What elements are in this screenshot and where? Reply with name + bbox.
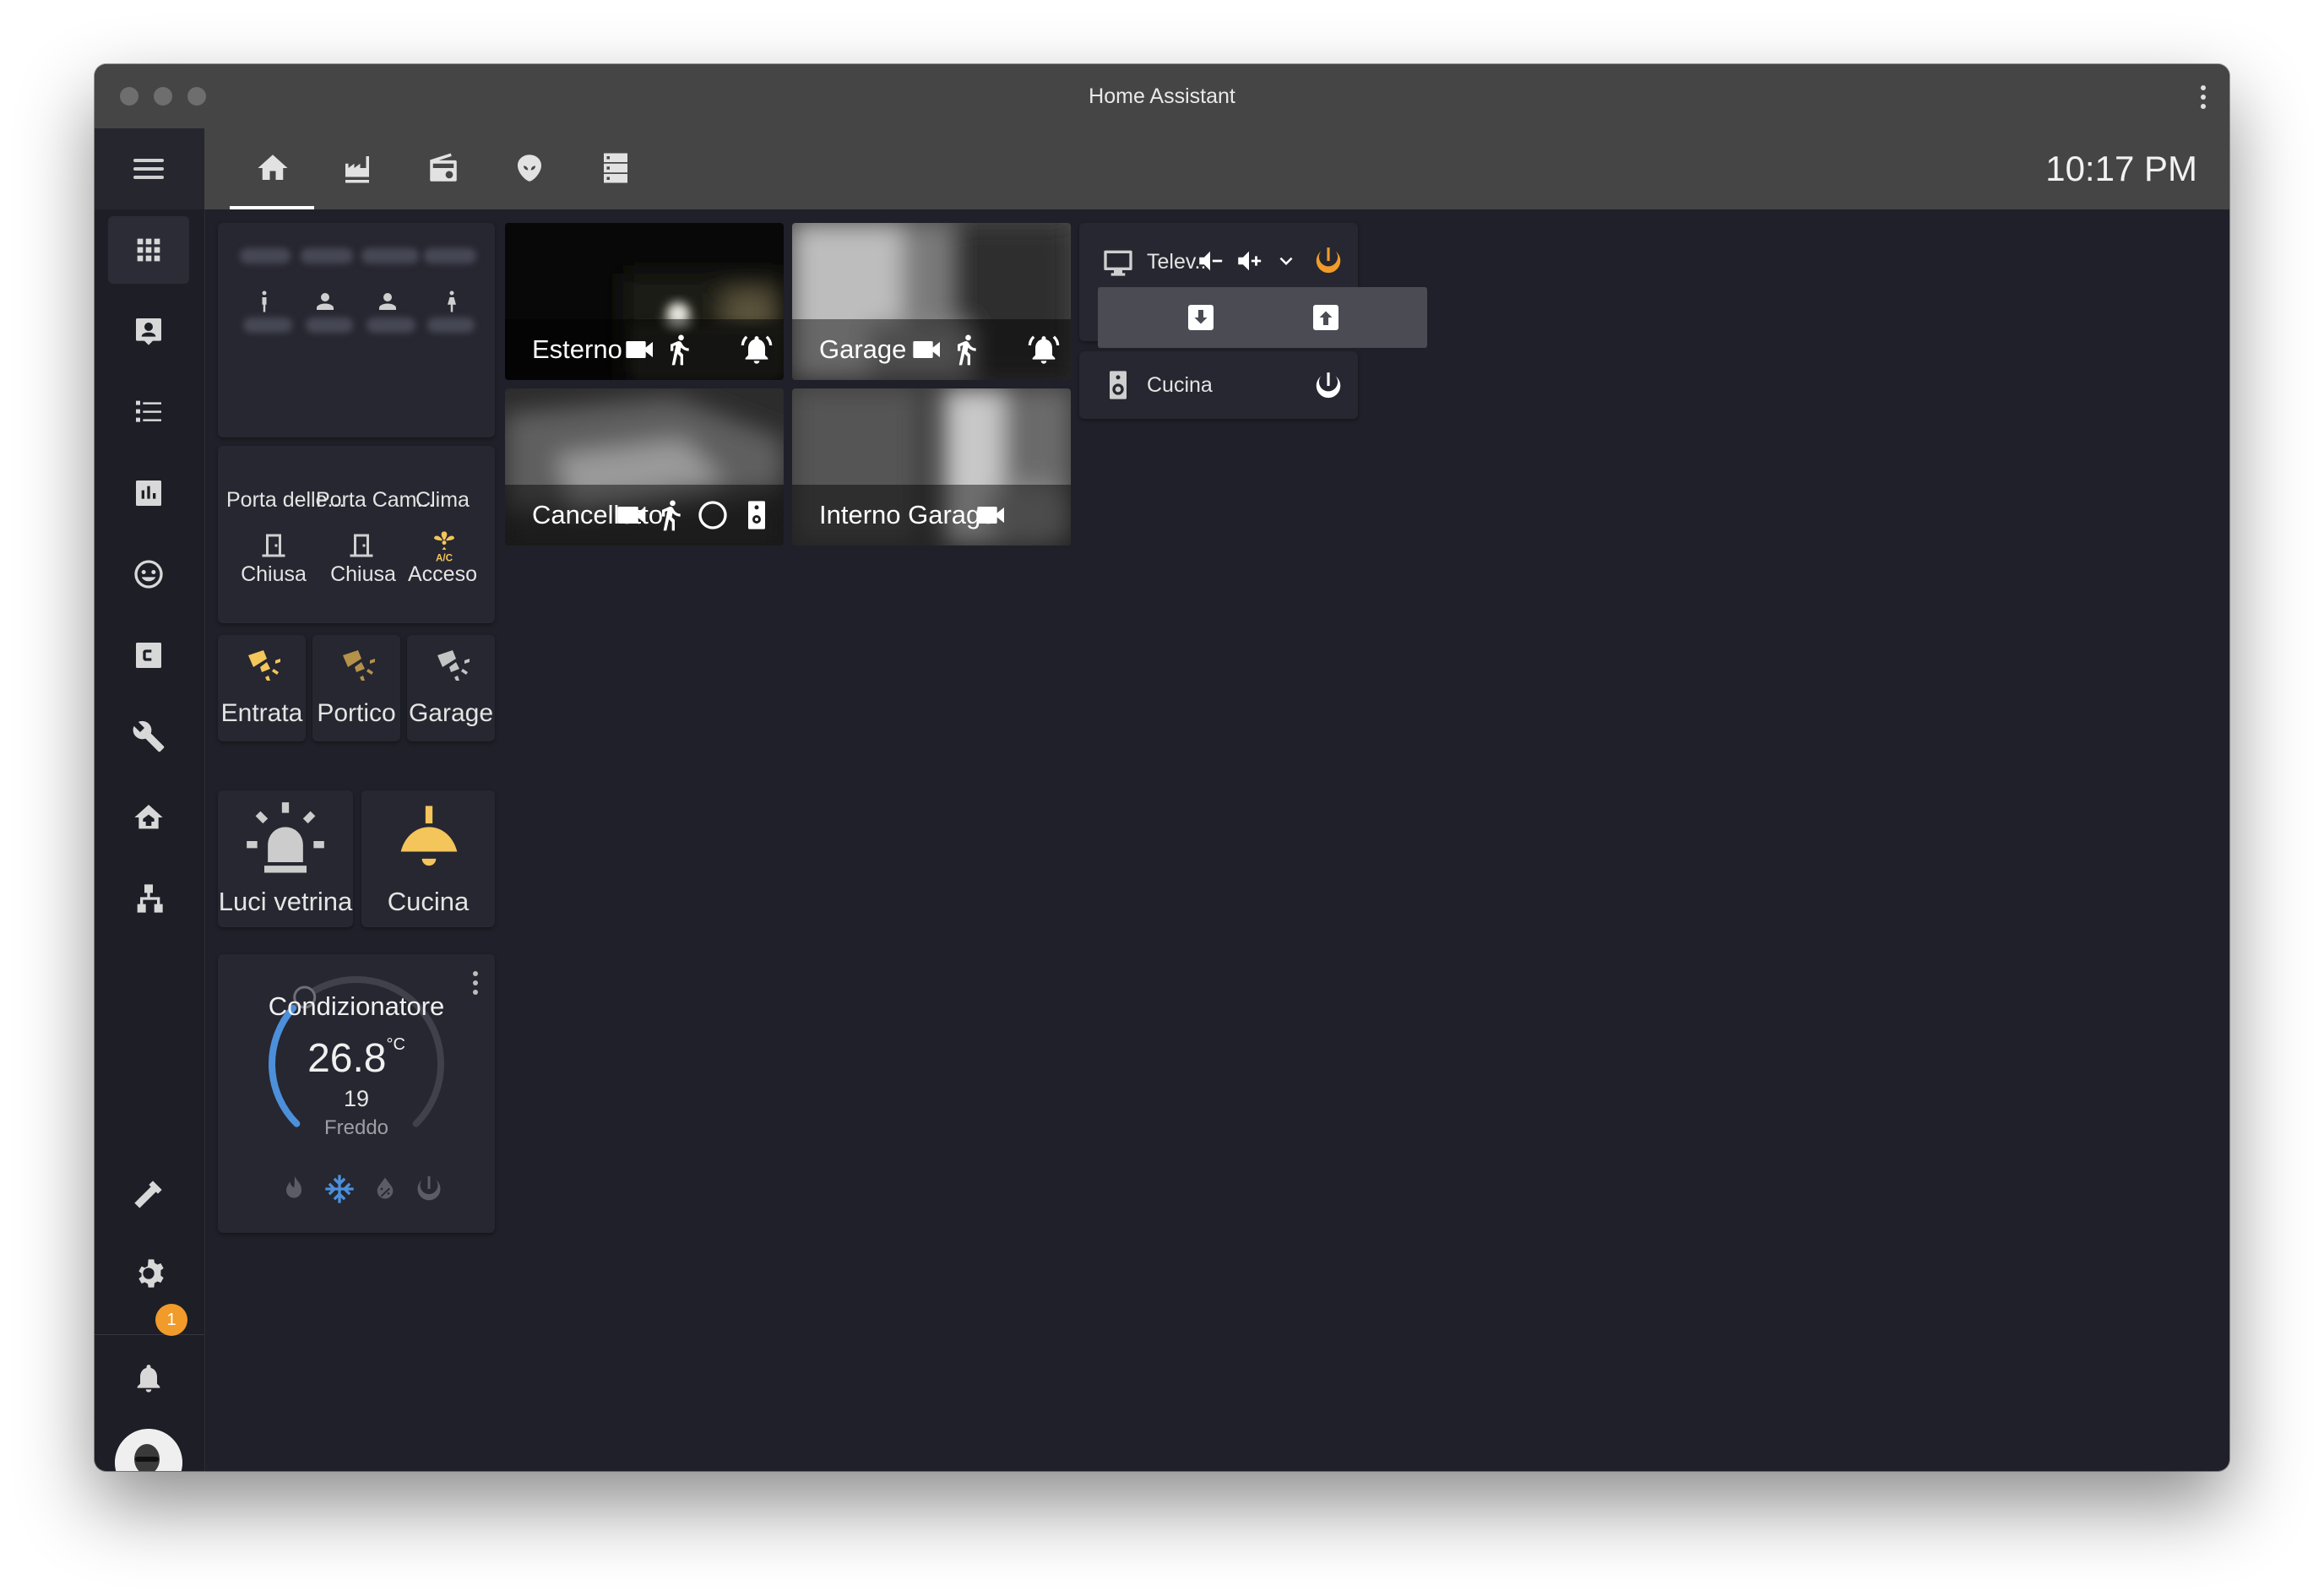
bell-ring-icon[interactable] — [1027, 333, 1061, 366]
volume-plus-icon[interactable] — [1235, 247, 1263, 275]
list-icon[interactable] — [108, 378, 189, 446]
door-state: Chiusa — [241, 562, 307, 586]
light-button-portico[interactable]: Portico — [312, 635, 400, 741]
speaker-name: Cucina — [1147, 373, 1213, 397]
radio-tab-icon[interactable] — [400, 128, 485, 209]
temperature-unit: °C — [386, 1035, 405, 1054]
hvac-mode: Freddo — [323, 1116, 389, 1139]
gear-icon[interactable] — [108, 1240, 189, 1307]
video-icon[interactable] — [615, 498, 649, 532]
tv-media-card: Telev... — [1079, 223, 1427, 348]
spotlight-off-icon — [437, 650, 470, 681]
chevron-down-icon[interactable] — [1273, 248, 1299, 274]
person-icon[interactable] — [375, 289, 400, 314]
menu-icon[interactable] — [95, 128, 204, 209]
factory-tab-icon[interactable] — [314, 128, 399, 209]
emoticon-icon[interactable] — [108, 540, 189, 608]
volume-minus-icon[interactable] — [1196, 247, 1224, 275]
power-icon[interactable] — [1312, 370, 1344, 402]
door-closed-icon[interactable] — [258, 530, 289, 561]
sidebar: 1 — [95, 128, 205, 1471]
fire-icon[interactable] — [279, 1174, 309, 1204]
light-label: Luci vetrina — [218, 887, 353, 916]
motion-sensor-icon[interactable] — [662, 333, 696, 366]
server-tab-icon[interactable] — [573, 128, 657, 209]
alarm-light-icon — [247, 802, 324, 873]
door-label: Porta delle... — [226, 488, 345, 512]
light-label: Cucina — [387, 887, 470, 916]
speaker-media-card: Cucina — [1079, 351, 1358, 419]
arrow-up-box-icon — [1313, 305, 1338, 330]
person-icon[interactable] — [312, 289, 338, 314]
light-button-garage[interactable]: Garage — [407, 635, 495, 741]
light-label: Entrata — [220, 699, 303, 727]
notification-badge: 1 — [155, 1304, 187, 1336]
bell-ring-icon[interactable] — [740, 333, 774, 366]
camera-label: Esterno — [532, 334, 622, 364]
presence-card — [218, 223, 495, 437]
snowflake-icon[interactable] — [323, 1172, 356, 1206]
clock: 10:17 PM — [2045, 149, 2197, 188]
bell-icon[interactable] — [108, 1344, 189, 1412]
thermostat-name: Condizionatore — [268, 991, 445, 1021]
light-button-cucina[interactable]: Cucina — [361, 790, 495, 927]
speaker-icon[interactable] — [1101, 368, 1135, 402]
camera-label: Garage — [819, 334, 907, 364]
camera-interno-garage[interactable]: Interno Garage — [792, 388, 1071, 546]
chart-icon[interactable] — [108, 459, 189, 527]
alien-tab-icon[interactable] — [486, 128, 571, 209]
sidebar-divider — [95, 1334, 204, 1335]
svg-text:A/C: A/C — [436, 552, 453, 562]
wrench-icon[interactable] — [108, 703, 189, 770]
channel-up-button[interactable] — [1223, 287, 1427, 348]
spotlight-on-icon — [248, 650, 280, 681]
camera-label: Interno Garage — [819, 500, 996, 529]
hammer-icon[interactable] — [108, 1159, 189, 1226]
entities-card: Porta delle... Porta Cam... Clima A/C Ch… — [218, 446, 495, 623]
home-tree-icon[interactable] — [108, 784, 189, 851]
sitemap-icon[interactable] — [108, 865, 189, 932]
door-closed-icon[interactable] — [346, 530, 377, 561]
video-icon[interactable] — [623, 333, 657, 366]
thermostat-card: Condizionatore 26.8°C 19 Freddo — [218, 954, 495, 1233]
power-icon[interactable] — [1312, 245, 1344, 277]
light-label: Garage — [408, 699, 494, 727]
power-icon[interactable] — [414, 1174, 444, 1204]
light-button-entrata[interactable]: Entrata — [218, 635, 306, 741]
spotlight-dim-icon — [343, 650, 375, 681]
television-icon[interactable] — [1101, 245, 1135, 279]
air-conditioner-icon[interactable]: A/C — [427, 529, 461, 562]
light-button-luci-vetrina[interactable]: Luci vetrina — [218, 790, 353, 927]
light-label: Portico — [317, 699, 396, 727]
ceiling-light-icon — [400, 806, 458, 866]
person-dress-icon[interactable] — [439, 289, 464, 314]
title-bar: Home Assistant — [95, 64, 2229, 128]
top-toolbar: 10:17 PM — [204, 128, 2229, 209]
video-icon[interactable] — [975, 498, 1008, 532]
avatar[interactable] — [115, 1429, 182, 1471]
doorbell-icon[interactable] — [740, 498, 774, 532]
window-title: Home Assistant — [1089, 84, 1235, 108]
c-box-icon[interactable] — [108, 622, 189, 689]
account-box-icon[interactable] — [108, 297, 189, 365]
camera-garage[interactable]: Garage — [792, 223, 1071, 380]
motion-sensor-icon[interactable] — [654, 498, 687, 532]
apps-icon[interactable] — [108, 216, 189, 284]
clima-label: Clima — [415, 488, 470, 512]
video-icon[interactable] — [910, 333, 944, 366]
clima-state: Acceso — [408, 562, 477, 586]
arrow-down-box-icon — [1188, 305, 1214, 330]
current-temperature: 26.8°C — [307, 1035, 405, 1081]
person-standing-icon[interactable] — [252, 289, 277, 314]
target-temperature: 19 — [343, 1086, 370, 1111]
water-percent-icon[interactable] — [372, 1175, 399, 1202]
camera-esterno[interactable]: Esterno — [505, 223, 784, 380]
app-window: Home Assistant 1 10:17 PM Porta delle...… — [95, 64, 2229, 1471]
circle-outline-icon[interactable] — [696, 498, 730, 532]
camera-cancelletto[interactable]: Cancelletto — [505, 388, 784, 546]
home-tab-icon[interactable] — [230, 128, 314, 209]
window-menu-icon[interactable] — [2199, 83, 2207, 110]
motion-sensor-icon[interactable] — [949, 333, 983, 366]
